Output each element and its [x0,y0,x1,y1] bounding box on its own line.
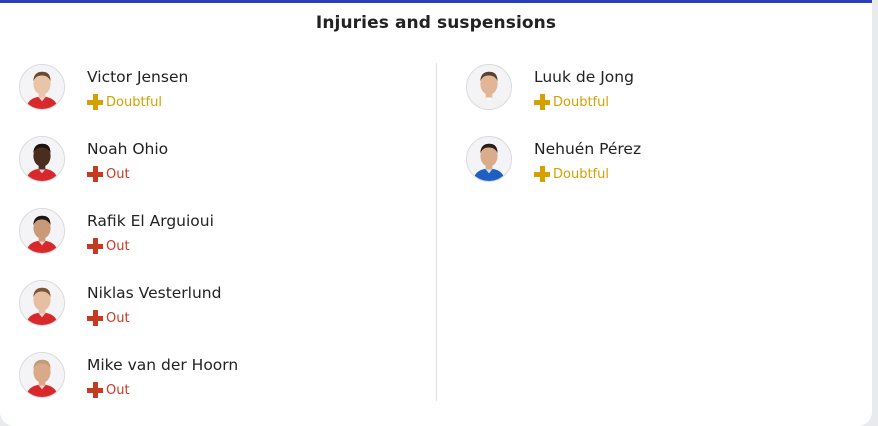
status-label: Doubtful [553,166,609,182]
player-name[interactable]: Niklas Vesterlund [87,284,221,302]
status-label: Out [106,382,130,398]
injuries-card: Injuries and suspensions Victor Jensen Do… [0,0,872,426]
injury-cross-icon [87,382,103,398]
status-badge: Out [87,381,130,399]
player-avatar [466,64,512,110]
status-label: Out [106,166,130,182]
player-name[interactable]: Rafik El Arguioui [87,212,214,230]
player-avatar [19,136,65,182]
status-badge: Out [87,309,130,327]
player-name[interactable]: Luuk de Jong [534,68,634,86]
player-name[interactable]: Noah Ohio [87,140,168,158]
player-avatar [466,136,512,182]
status-badge: Out [87,165,130,183]
player-name[interactable]: Mike van der Hoorn [87,356,238,374]
doubtful-cross-icon [87,94,103,110]
injury-cross-icon [87,238,103,254]
player-avatar [19,208,65,254]
status-badge: Doubtful [534,93,609,111]
status-badge: Doubtful [534,165,609,183]
injury-cross-icon [87,310,103,326]
player-name[interactable]: Nehuén Pérez [534,140,641,158]
player-avatar [19,280,65,326]
status-badge: Doubtful [87,93,162,111]
card-title: Injuries and suspensions [315,13,557,33]
player-name[interactable]: Victor Jensen [87,68,188,86]
doubtful-cross-icon [534,94,550,110]
injury-cross-icon [87,166,103,182]
status-badge: Out [87,237,130,255]
doubtful-cross-icon [534,166,550,182]
status-label: Out [106,310,130,326]
column-divider [436,63,437,401]
player-avatar [19,64,65,110]
status-label: Doubtful [553,94,609,110]
player-avatar [19,352,65,398]
status-label: Out [106,238,130,254]
status-label: Doubtful [106,94,162,110]
